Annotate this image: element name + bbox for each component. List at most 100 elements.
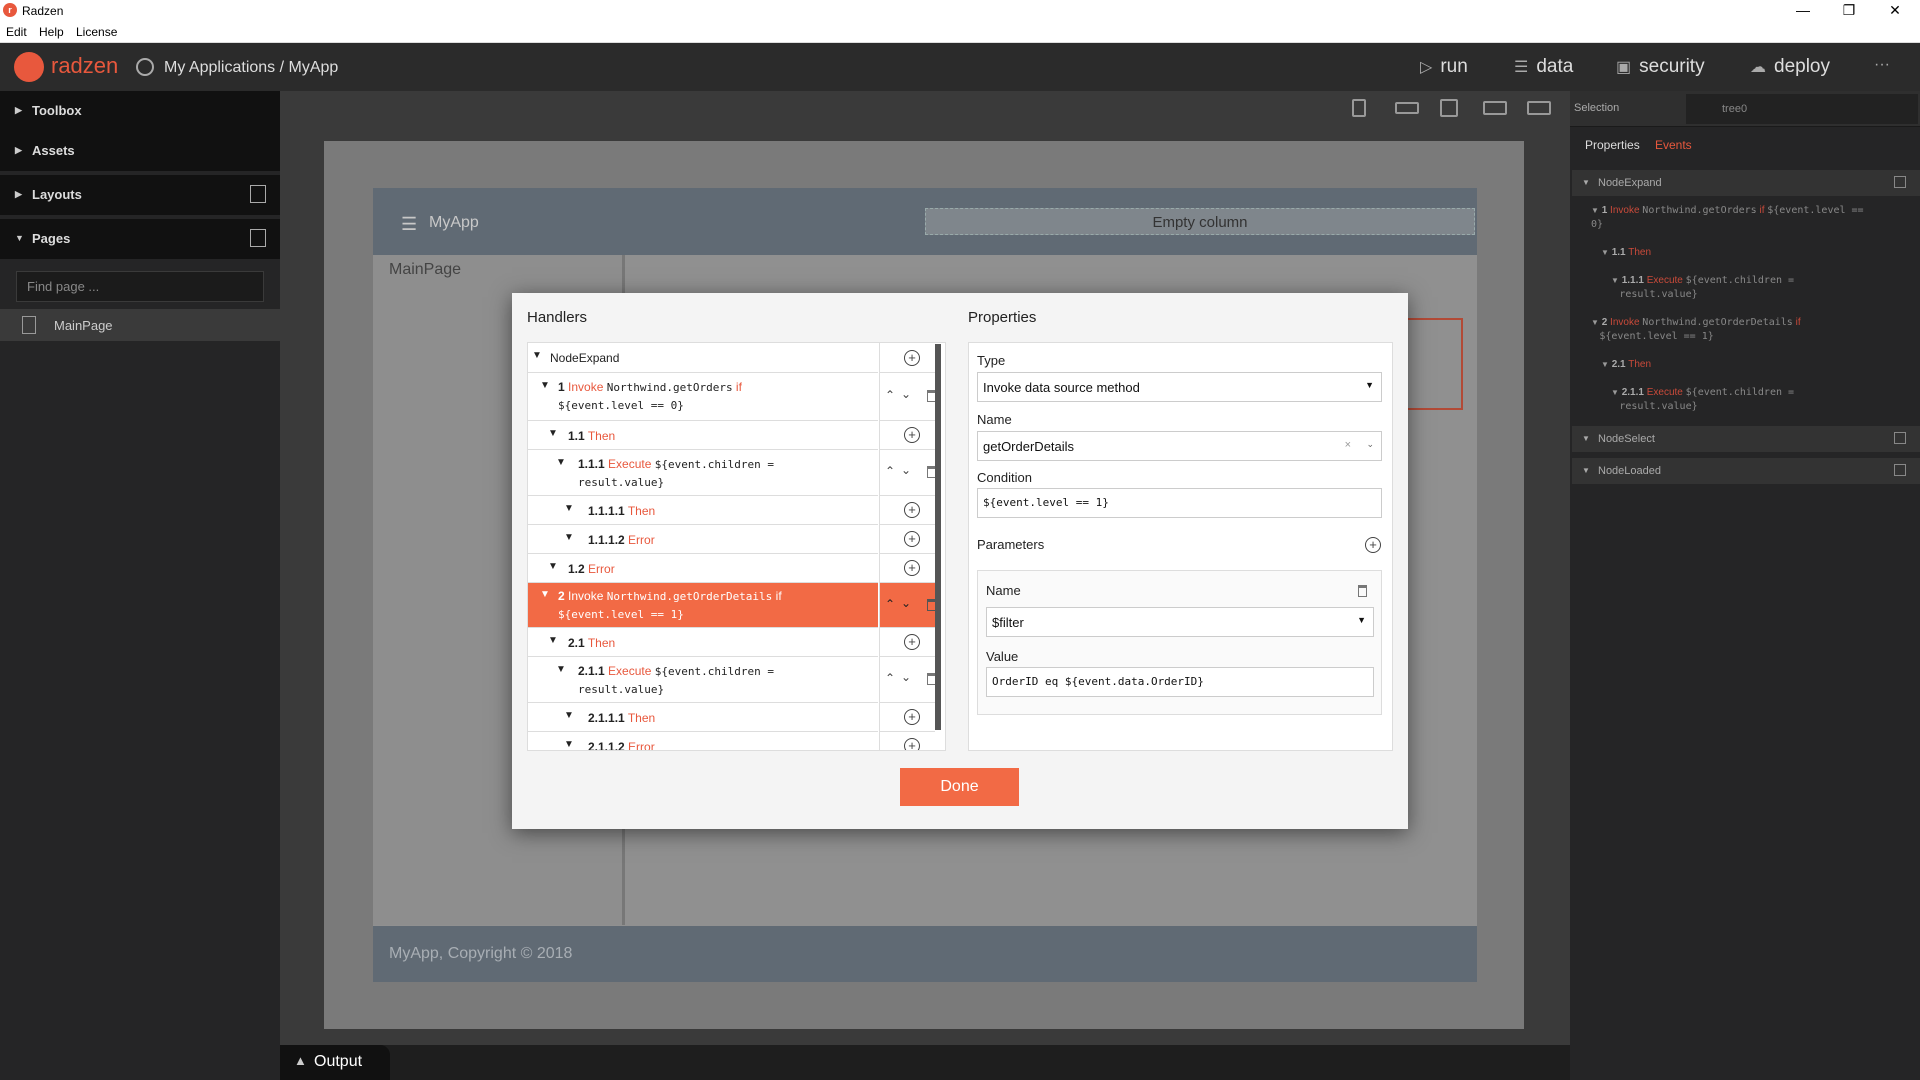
row-actions: +: [879, 628, 935, 657]
type-select[interactable]: Invoke data source method ▼: [977, 372, 1382, 402]
menu-help[interactable]: Help: [39, 25, 64, 39]
handlers-scrollbar[interactable]: [935, 344, 941, 730]
selection-label: Selection: [1574, 102, 1620, 114]
move-down-icon[interactable]: ⌄: [901, 387, 911, 401]
add-icon[interactable]: +: [904, 427, 920, 443]
delete-parameter-icon[interactable]: [1358, 585, 1367, 597]
brand-name[interactable]: radzen: [51, 53, 118, 79]
event-nodeselect[interactable]: ▼ NodeSelect: [1572, 426, 1920, 452]
add-icon[interactable]: +: [904, 634, 920, 650]
condition-input[interactable]: ${event.level == 1}: [977, 488, 1382, 518]
add-layout-icon[interactable]: [250, 185, 266, 203]
move-down-icon[interactable]: ⌄: [901, 670, 911, 684]
parameter-card: Name $filter ▼ Value OrderID eq ${event.d…: [977, 570, 1382, 715]
tree-row-1[interactable]: ▼ 1 Invoke Northwind.getOrders if ${event.…: [528, 373, 878, 421]
edit-icon[interactable]: [1894, 176, 1906, 188]
sidebar-item-assets[interactable]: ▶ Assets: [0, 131, 280, 171]
handlers-tree: ▼ NodeExpand + ▼ 1 Invoke Northwind.getOrd…: [527, 342, 946, 751]
condition-label: Condition: [977, 470, 1032, 485]
caret-down-icon: ▼: [564, 532, 574, 543]
output-tab[interactable]: ▲ Output: [280, 1045, 390, 1080]
add-parameter-icon[interactable]: +: [1365, 537, 1381, 553]
page-item-mainpage[interactable]: MainPage: [0, 309, 280, 341]
move-up-icon[interactable]: ⌃: [885, 464, 895, 478]
tree-row-2-1[interactable]: ▼ 2.1 Then: [528, 628, 878, 657]
restore-icon[interactable]: ❐: [1826, 0, 1872, 22]
caret-down-icon: ▼: [1582, 466, 1590, 475]
caret-down-icon: ▼: [556, 664, 566, 675]
minimize-icon[interactable]: —: [1780, 0, 1826, 22]
more-button[interactable]: ···: [1874, 56, 1890, 74]
tree-row-1-1[interactable]: ▼ 1.1 Then: [528, 421, 878, 450]
dropdown-arrow-icon: ▼: [1365, 380, 1374, 390]
close-icon[interactable]: ✕: [1872, 0, 1918, 22]
selected-component-outline[interactable]: [1405, 318, 1463, 410]
caret-down-icon: ▼: [540, 380, 550, 391]
phone-portrait-icon[interactable]: [1352, 99, 1366, 117]
tab-properties[interactable]: Properties: [1585, 138, 1640, 152]
move-up-icon[interactable]: ⌃: [885, 388, 895, 402]
caret-down-icon: ▼: [1582, 178, 1590, 187]
tree-row-1-2[interactable]: ▼ 1.2 Error: [528, 554, 878, 583]
empty-column[interactable]: Empty column: [925, 208, 1475, 235]
add-icon[interactable]: +: [904, 738, 920, 750]
tablet-portrait-icon[interactable]: [1440, 99, 1458, 117]
desktop-icon[interactable]: [1527, 101, 1551, 115]
layers-icon: ☰: [1514, 59, 1529, 76]
edit-icon[interactable]: [1894, 432, 1906, 444]
move-down-icon[interactable]: ⌄: [901, 463, 911, 477]
add-icon[interactable]: +: [904, 531, 920, 547]
tree-row-1-1-1-1[interactable]: ▼ 1.1.1.1 Then: [528, 496, 878, 525]
tree-row-1-1-1-2[interactable]: ▼ 1.1.1.2 Error: [528, 525, 878, 554]
done-button[interactable]: Done: [900, 768, 1019, 806]
tree-row-2-1-1[interactable]: ▼ 2.1.1 Execute ${event.children = result.…: [528, 657, 878, 703]
event-nodeloaded[interactable]: ▼ NodeLoaded: [1572, 458, 1920, 484]
find-page-input[interactable]: Find page ...: [16, 271, 264, 302]
move-up-icon[interactable]: ⌃: [885, 671, 895, 685]
add-icon[interactable]: +: [904, 502, 920, 518]
deploy-button[interactable]: ☁ deploy: [1750, 56, 1830, 78]
sidebar-item-pages[interactable]: ▼ Pages: [0, 219, 280, 259]
chevron-down-icon[interactable]: ⌄: [1366, 439, 1374, 450]
security-button[interactable]: ▣ security: [1616, 56, 1705, 78]
data-button[interactable]: ☰ data: [1514, 56, 1573, 78]
sidebar-item-layouts[interactable]: ▶ Layouts: [0, 175, 280, 215]
event-line-2: ▼ 2 Invoke Northwind.getOrderDetails if …: [1591, 317, 1801, 342]
breadcrumb[interactable]: My Applications / MyApp: [164, 59, 338, 77]
param-value-input[interactable]: OrderID eq ${event.data.OrderID}: [986, 667, 1374, 697]
tree-root-nodeexpand[interactable]: ▼ NodeExpand: [528, 343, 878, 373]
run-button[interactable]: ▷ run: [1420, 56, 1468, 78]
tab-events[interactable]: Events: [1655, 138, 1692, 152]
sidebar-item-toolbox[interactable]: ▶ Toolbox: [0, 91, 280, 131]
param-value-label: Value: [986, 649, 1019, 664]
add-page-icon[interactable]: [250, 229, 266, 247]
component-select[interactable]: tree0: [1686, 94, 1918, 124]
page-icon: [22, 316, 36, 334]
method-name-select[interactable]: getOrderDetails × ⌄: [977, 431, 1382, 461]
add-icon[interactable]: +: [904, 350, 920, 366]
event-line-2-1-1: ▼ 2.1.1 Execute ${event.children = resul…: [1611, 387, 1795, 412]
menu-edit[interactable]: Edit: [6, 25, 27, 39]
tree-row-2-1-1-1[interactable]: ▼ 2.1.1.1 Then: [528, 703, 878, 732]
caret-down-icon: ▼: [548, 561, 558, 572]
tablet-landscape-icon[interactable]: [1483, 101, 1507, 115]
tree-row-1-1-1[interactable]: ▼ 1.1.1 Execute ${event.children = result.…: [528, 450, 878, 496]
clear-icon[interactable]: ×: [1345, 439, 1351, 451]
param-name-select[interactable]: $filter ▼: [986, 607, 1374, 637]
event-nodeexpand[interactable]: ▼ NodeExpand: [1572, 170, 1920, 196]
phone-landscape-icon[interactable]: [1395, 102, 1419, 114]
radzen-logo-icon[interactable]: [14, 52, 44, 82]
add-icon[interactable]: +: [904, 560, 920, 576]
tree-row-2[interactable]: ▼ 2 Invoke Northwind.getOrderDetails if ${…: [528, 583, 878, 628]
caret-down-icon: ▼: [556, 457, 566, 468]
move-up-icon[interactable]: ⌃: [885, 597, 895, 611]
menu-license[interactable]: License: [76, 25, 117, 39]
caret-down-icon: ▼: [1582, 434, 1590, 443]
move-down-icon[interactable]: ⌄: [901, 596, 911, 610]
app-footer[interactable]: MyApp, Copyright © 2018: [373, 926, 1477, 982]
tree-row-2-1-1-2[interactable]: ▼ 2.1.1.2 Error: [528, 732, 878, 750]
edit-icon[interactable]: [1894, 464, 1906, 476]
caret-right-icon: ▶: [15, 145, 22, 155]
event-line-2-1: ▼ 2.1 Then: [1601, 359, 1652, 370]
add-icon[interactable]: +: [904, 709, 920, 725]
